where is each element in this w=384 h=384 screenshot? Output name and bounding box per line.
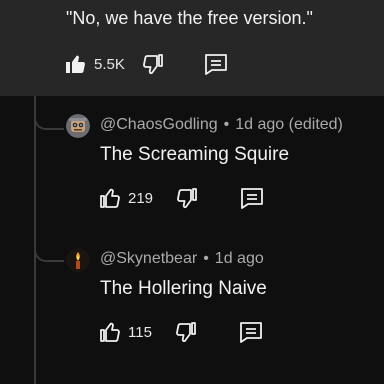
thumbs-down-icon bbox=[141, 52, 165, 76]
reply-button[interactable] bbox=[203, 52, 229, 76]
thumbs-down-icon bbox=[174, 320, 198, 344]
like-count: 219 bbox=[128, 189, 154, 207]
candle-avatar-icon bbox=[66, 248, 90, 272]
thumbs-down-icon bbox=[175, 186, 199, 210]
comment-text: The Screaming Squire bbox=[100, 144, 290, 165]
reply-button[interactable] bbox=[238, 320, 264, 344]
avatar[interactable] bbox=[66, 248, 90, 272]
comment-text: "No, we have the free version." bbox=[66, 8, 313, 28]
highlighted-comment: "No, we have the free version." 5.5K bbox=[0, 0, 384, 96]
thumbs-up-icon bbox=[98, 186, 122, 210]
reply-comment-icon bbox=[203, 52, 229, 76]
dislike-button[interactable] bbox=[141, 52, 165, 76]
author-name[interactable]: @ChaosGodling bbox=[100, 116, 218, 133]
like-count: 115 bbox=[128, 323, 152, 341]
like-button[interactable]: 5.5K bbox=[64, 52, 125, 76]
like-button[interactable]: 219 bbox=[98, 186, 153, 210]
like-button[interactable]: 115 bbox=[98, 320, 152, 344]
comment-actions: 5.5K bbox=[64, 52, 229, 76]
robot-avatar-icon bbox=[66, 114, 90, 138]
reply-comment-icon bbox=[238, 320, 264, 344]
separator-dot: • bbox=[223, 116, 230, 133]
timestamp[interactable]: 1d ago (edited) bbox=[235, 116, 343, 133]
comment-actions: 219 bbox=[98, 186, 265, 210]
thumbs-up-icon bbox=[98, 320, 122, 344]
comment-meta: @ChaosGodling • 1d ago (edited) bbox=[100, 116, 343, 134]
reply-button[interactable] bbox=[239, 186, 265, 210]
comment-meta: @Skynetbear • 1d ago bbox=[100, 250, 264, 268]
reply-item: @Skynetbear • 1d ago The Hollering Naive 1… bbox=[0, 246, 384, 366]
like-count: 5.5K bbox=[94, 55, 125, 73]
reply-comment-icon bbox=[239, 186, 265, 210]
comment-text: The Hollering Naive bbox=[100, 278, 267, 299]
timestamp[interactable]: 1d ago bbox=[215, 250, 264, 267]
dislike-button[interactable] bbox=[174, 320, 198, 344]
dislike-button[interactable] bbox=[175, 186, 199, 210]
reply-item: @ChaosGodling • 1d ago (edited) The Scream… bbox=[0, 112, 384, 232]
comment-actions: 115 bbox=[98, 320, 264, 344]
separator-dot: • bbox=[203, 250, 209, 267]
avatar[interactable] bbox=[66, 114, 90, 138]
author-name[interactable]: @Skynetbear bbox=[100, 250, 197, 267]
thumbs-up-filled-icon bbox=[64, 52, 88, 76]
